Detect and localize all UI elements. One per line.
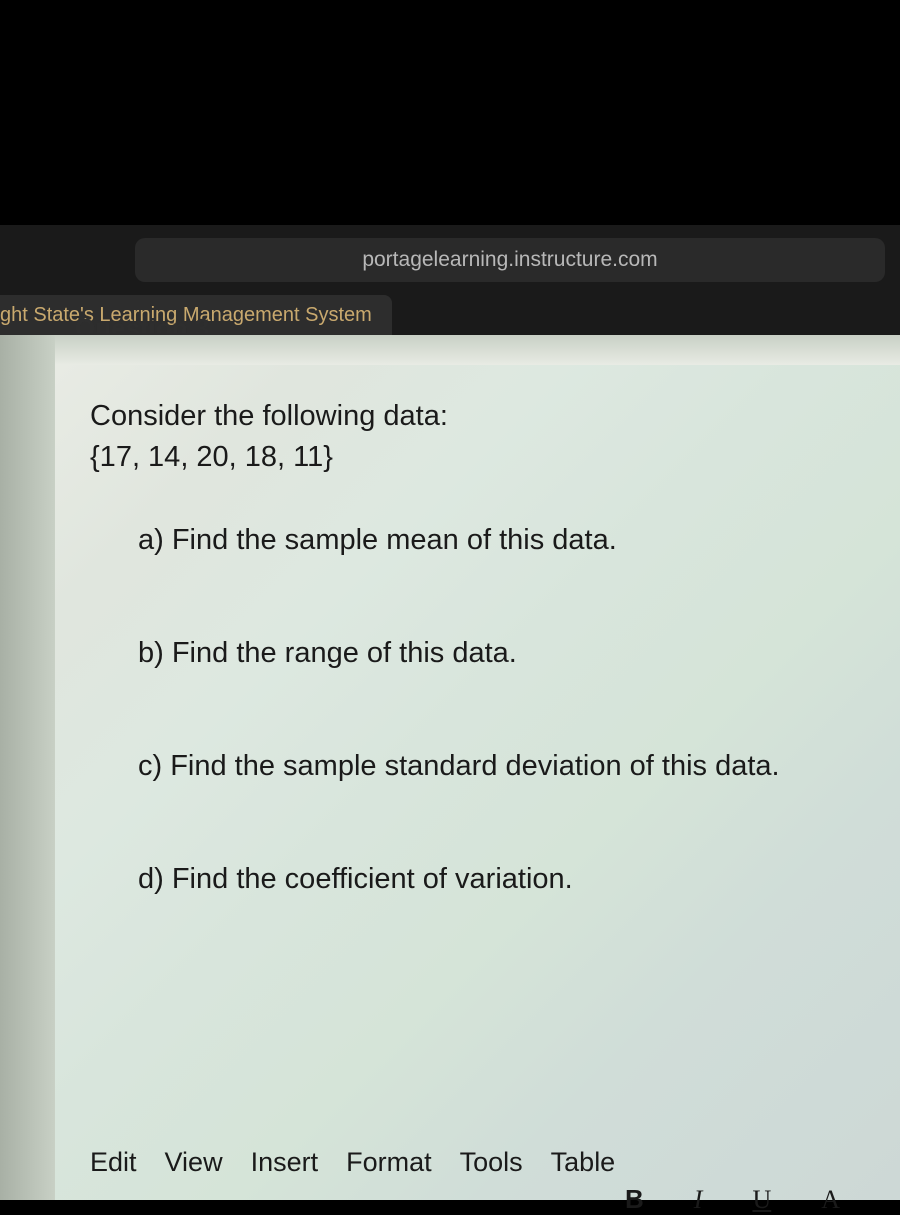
menu-insert[interactable]: Insert [251, 1147, 319, 1178]
question-header-fragment: Question 3 [75, 313, 209, 333]
menu-view[interactable]: View [165, 1147, 223, 1178]
page-left-margin [0, 335, 55, 1200]
menu-table[interactable]: Table [551, 1147, 616, 1178]
question-prompt: Consider the following data: [90, 400, 885, 433]
question-part-c: c) Find the sample standard deviation of… [90, 750, 885, 783]
question-part-a: a) Find the sample mean of this data. [90, 524, 885, 557]
status-bar-area [0, 0, 900, 225]
browser-address-bar: portagelearning.instructure.com [0, 225, 900, 295]
menu-edit[interactable]: Edit [90, 1147, 137, 1178]
data-set: {17, 14, 20, 18, 11} [90, 441, 885, 474]
question-part-d: d) Find the coefficient of variation. [90, 863, 885, 896]
question-content: Consider the following data: {17, 14, 20… [55, 365, 900, 1200]
menu-tools[interactable]: Tools [460, 1147, 523, 1178]
url-text: portagelearning.instructure.com [362, 248, 657, 272]
question-part-b: b) Find the range of this data. [90, 637, 885, 670]
page-top-margin [55, 335, 900, 365]
url-input[interactable]: portagelearning.instructure.com [135, 238, 885, 282]
menu-format[interactable]: Format [346, 1147, 432, 1178]
editor-menu-bar: Edit View Insert Format Tools Table [90, 1147, 615, 1178]
privacy-shield-button[interactable] [15, 251, 115, 269]
